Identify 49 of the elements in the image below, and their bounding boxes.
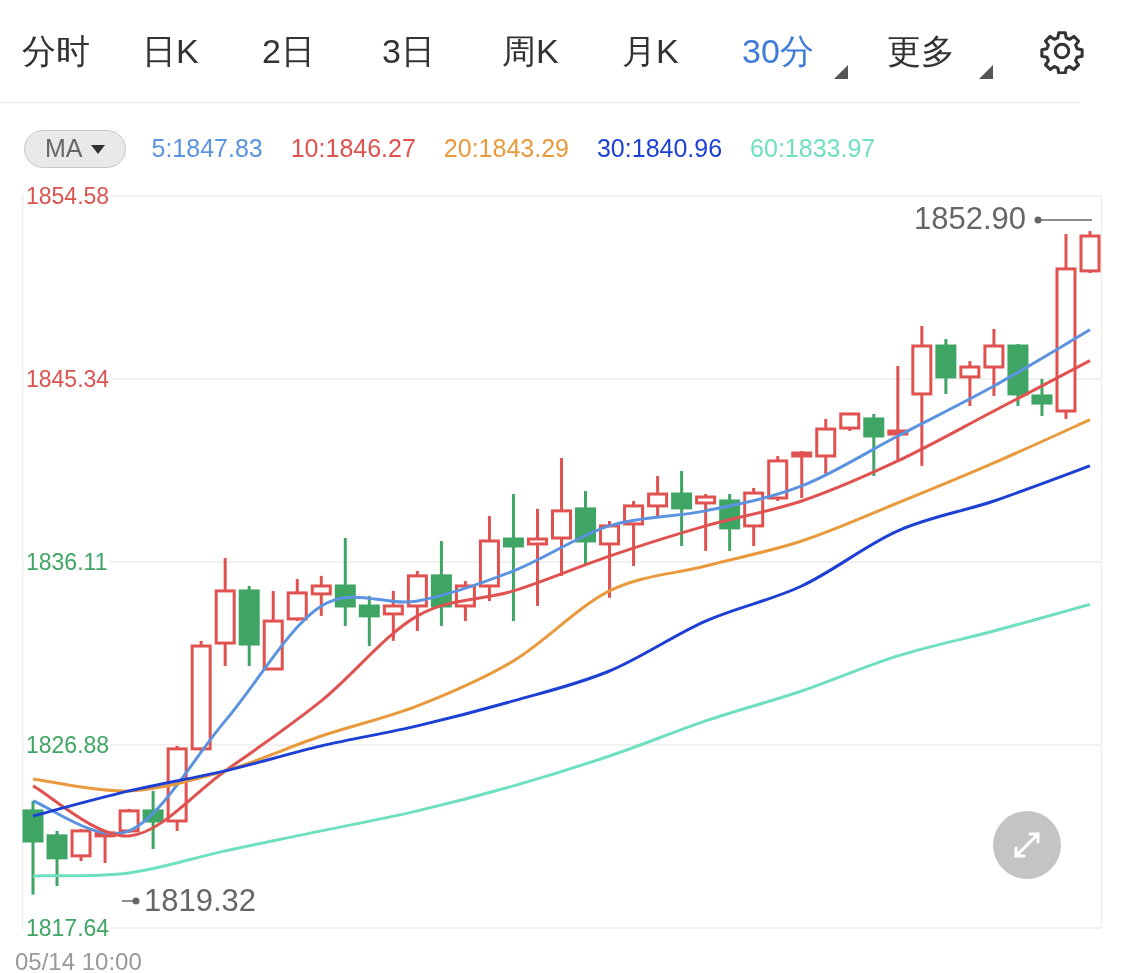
candlestick bbox=[358, 595, 380, 646]
legend-label: 30:1840.96 bbox=[596, 133, 723, 165]
candlestick bbox=[1079, 231, 1101, 274]
low-price-label: 1819.32 bbox=[144, 885, 257, 916]
legend-label: 5:1847.83 bbox=[151, 133, 263, 165]
period-tab[interactable]: 分时 bbox=[22, 21, 142, 81]
candlestick bbox=[863, 414, 885, 476]
candlestick bbox=[406, 570, 428, 631]
expand-icon bbox=[1012, 830, 1042, 860]
candlestick bbox=[454, 581, 476, 622]
candlestick bbox=[695, 494, 717, 551]
candlestick bbox=[959, 361, 981, 407]
indicator-dropdown[interactable]: MA bbox=[24, 130, 126, 168]
price-marker-line bbox=[122, 897, 140, 905]
candlestick bbox=[382, 590, 404, 641]
caret-icon bbox=[90, 144, 105, 154]
period-tab[interactable]: 更多 bbox=[887, 21, 1032, 81]
candlestick bbox=[118, 808, 140, 833]
candlestick bbox=[70, 828, 92, 861]
candlestick bbox=[623, 500, 645, 566]
candlestick bbox=[839, 412, 861, 431]
candlestick bbox=[983, 328, 1005, 396]
time-axis-label: 05/14 10:00 bbox=[15, 947, 142, 973]
period-tab[interactable]: 周K bbox=[502, 21, 622, 81]
candlestick bbox=[815, 418, 837, 476]
candlestick bbox=[767, 456, 789, 501]
period-tab[interactable]: 3日 bbox=[382, 21, 502, 81]
period-tab[interactable]: 2日 bbox=[262, 21, 382, 81]
candlestick bbox=[1031, 378, 1053, 416]
settings-icon bbox=[1039, 28, 1085, 74]
last-price-label: 1852.90 bbox=[913, 203, 1026, 234]
candlestick bbox=[94, 830, 116, 863]
candlestick bbox=[142, 790, 164, 849]
legend-label: 60:1833.97 bbox=[750, 133, 876, 165]
candlestick bbox=[719, 494, 741, 551]
period-tab[interactable]: 日K bbox=[142, 21, 262, 81]
period-tab[interactable]: 月K bbox=[622, 21, 742, 81]
price-marker-line bbox=[1034, 216, 1092, 224]
candlestick bbox=[46, 830, 68, 886]
candlestick bbox=[935, 339, 957, 394]
candlestick bbox=[1007, 344, 1029, 407]
candlestick bbox=[647, 476, 669, 517]
candlestick bbox=[310, 575, 332, 616]
candlestick bbox=[791, 451, 813, 498]
legend-label: 10:1846.27 bbox=[290, 133, 416, 165]
legend-label: 20:1843.29 bbox=[443, 133, 569, 165]
candlestick bbox=[743, 487, 765, 546]
period-tab[interactable]: 30分 bbox=[742, 21, 887, 81]
candlestick bbox=[286, 579, 308, 622]
